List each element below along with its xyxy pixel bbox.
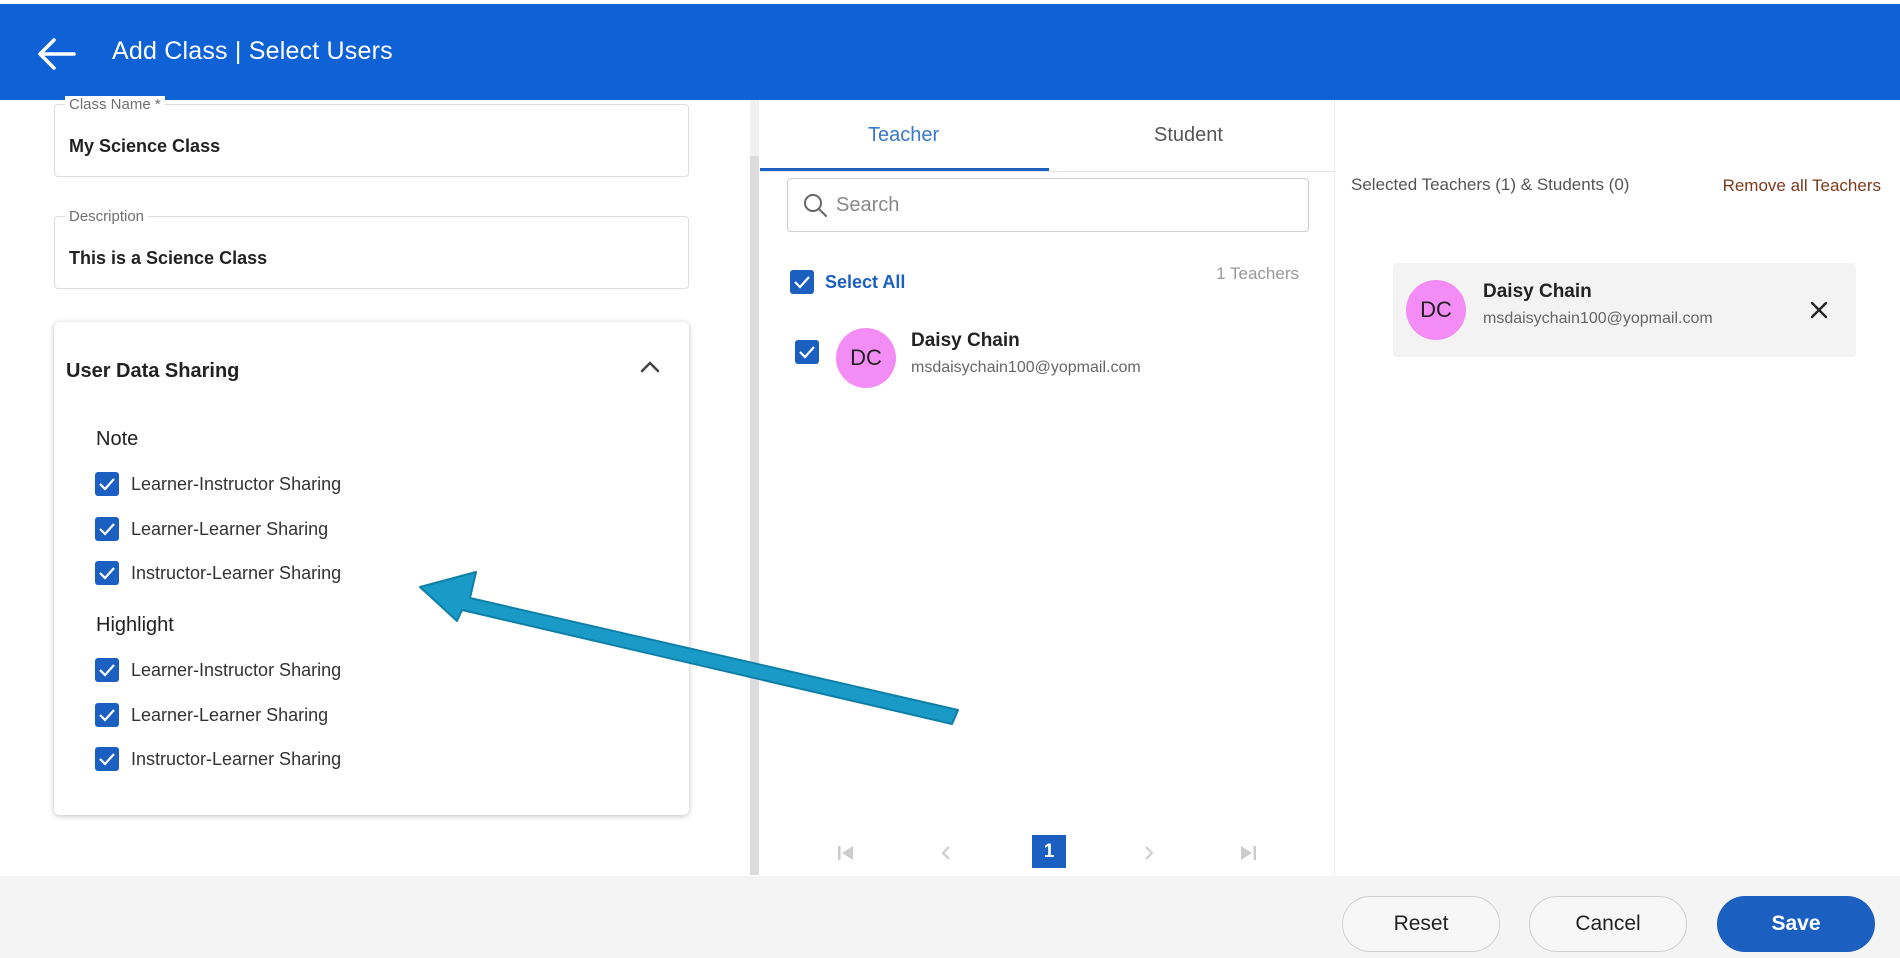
user-email: msdaisychain100@yopmail.com — [911, 359, 1141, 376]
selected-user-card: DC Daisy Chain msdaisychain100@yopmail.c… — [1393, 263, 1856, 357]
footer-bar: Reset Cancel Save — [0, 876, 1900, 958]
page-title: Add Class | Select Users — [112, 37, 393, 65]
remove-all-teachers-link[interactable]: Remove all Teachers — [1723, 176, 1881, 196]
previous-page-icon[interactable] — [935, 842, 957, 864]
list-item[interactable]: DC Daisy Chain msdaisychain100@yopmail.c… — [795, 328, 1305, 392]
reset-button[interactable]: Reset — [1342, 896, 1500, 952]
highlight-instructor-learner-checkbox[interactable]: Instructor-Learner Sharing — [95, 746, 341, 772]
last-page-icon[interactable] — [1237, 842, 1259, 864]
checkbox-label: Learner-Learner Sharing — [131, 704, 329, 725]
checkbox-checked-icon[interactable] — [95, 658, 119, 682]
user-name: Daisy Chain — [911, 330, 1020, 351]
close-icon[interactable] — [1807, 298, 1831, 322]
chevron-up-icon[interactable] — [639, 358, 661, 376]
checkbox-label: Learner-Learner Sharing — [131, 518, 329, 539]
save-button[interactable]: Save — [1717, 896, 1875, 952]
checkbox-checked-icon[interactable] — [95, 703, 119, 727]
checkbox-checked-icon[interactable] — [95, 472, 119, 496]
checkbox-label: Learner-Instructor Sharing — [131, 473, 342, 494]
checkbox-checked-icon[interactable] — [795, 340, 819, 364]
description-field[interactable]: Description This is a Science Class — [54, 208, 689, 289]
highlight-learner-instructor-checkbox[interactable]: Learner-Instructor Sharing — [95, 657, 341, 683]
checkbox-label: Instructor-Learner Sharing — [131, 748, 342, 769]
checkbox-label: Learner-Instructor Sharing — [131, 659, 342, 680]
avatar: DC — [836, 328, 896, 388]
user-data-sharing-card: User Data Sharing Note Learner-Instructo… — [54, 322, 689, 815]
user-data-sharing-title: User Data Sharing — [66, 360, 240, 382]
checkbox-checked-icon[interactable] — [95, 517, 119, 541]
app-header: Add Class | Select Users — [0, 4, 1900, 100]
description-label: Description — [65, 208, 149, 225]
search-input[interactable] — [836, 193, 1276, 217]
cancel-button[interactable]: Cancel — [1529, 896, 1687, 952]
tab-student[interactable]: Student — [1154, 124, 1223, 147]
pagination: 1 — [760, 835, 1335, 869]
tab-teacher[interactable]: Teacher — [868, 124, 939, 147]
select-all-label: Select All — [825, 271, 906, 292]
class-name-field[interactable]: Class Name * My Science Class — [54, 96, 689, 177]
teacher-count: 1 Teachers — [1216, 264, 1299, 283]
checkbox-checked-icon[interactable] — [790, 270, 814, 294]
selected-user-name: Daisy Chain — [1483, 281, 1592, 302]
search-box[interactable] — [787, 178, 1309, 232]
scrollbar-track[interactable] — [750, 100, 759, 156]
selected-summary: Selected Teachers (1) & Students (0) — [1351, 175, 1630, 194]
note-section-label: Note — [96, 428, 139, 450]
checkbox-checked-icon[interactable] — [95, 747, 119, 771]
highlight-section-label: Highlight — [96, 614, 174, 636]
tab-divider — [760, 171, 1335, 172]
selected-users-panel: Selected Teachers (1) & Students (0) Rem… — [1336, 100, 1900, 875]
avatar: DC — [1406, 280, 1466, 340]
search-icon — [802, 192, 828, 218]
checkbox-checked-icon[interactable] — [95, 561, 119, 585]
next-page-icon[interactable] — [1138, 842, 1160, 864]
note-instructor-learner-checkbox[interactable]: Instructor-Learner Sharing — [95, 560, 341, 586]
selected-user-email: msdaisychain100@yopmail.com — [1483, 310, 1713, 327]
select-all-checkbox[interactable]: Select All — [790, 270, 905, 294]
highlight-learner-learner-checkbox[interactable]: Learner-Learner Sharing — [95, 702, 328, 728]
back-arrow-icon[interactable] — [36, 34, 80, 74]
first-page-icon[interactable] — [835, 842, 857, 864]
checkbox-label: Instructor-Learner Sharing — [131, 562, 342, 583]
scrollbar-thumb[interactable] — [750, 156, 759, 875]
description-value[interactable]: This is a Science Class — [69, 248, 267, 269]
note-learner-learner-checkbox[interactable]: Learner-Learner Sharing — [95, 516, 328, 542]
current-page-button[interactable]: 1 — [1032, 835, 1066, 868]
note-learner-instructor-checkbox[interactable]: Learner-Instructor Sharing — [95, 471, 341, 497]
user-picker-panel: Teacher Student Select All 1 Teachers DC… — [760, 100, 1335, 875]
class-details-panel: Class Name * My Science Class Descriptio… — [0, 96, 750, 875]
class-name-value[interactable]: My Science Class — [69, 136, 220, 157]
class-name-label: Class Name * — [65, 96, 165, 113]
